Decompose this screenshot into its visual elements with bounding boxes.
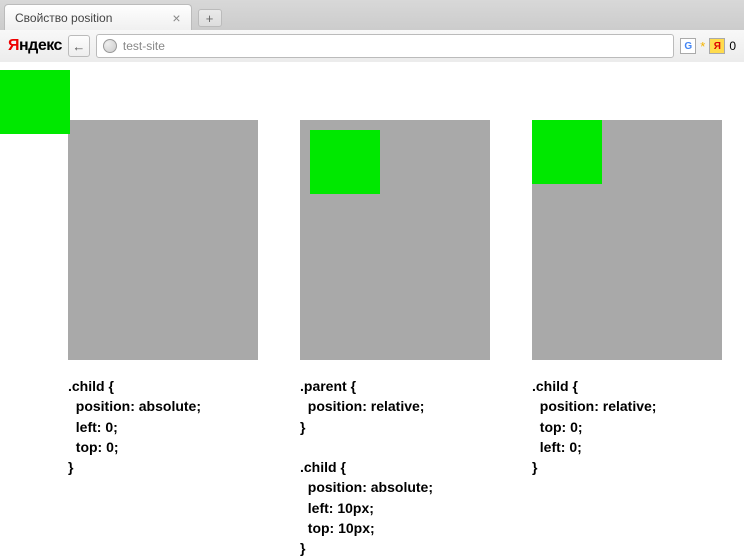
child-box-3 [532,120,602,184]
tab-title: Свойство position [15,11,112,25]
demo-container: .child { position: absolute; left: 0; to… [0,62,744,558]
child-box-1 [0,70,70,134]
yandex-icon[interactable]: Я [709,38,725,54]
google-icon[interactable]: G [680,38,696,54]
close-icon[interactable]: × [172,10,180,26]
parent-box-1 [68,120,258,360]
globe-icon [103,39,117,53]
yandex-logo: Яндекс [8,37,62,55]
toolbar-right: G * Я 0 [680,38,736,54]
url-text: test-site [123,39,165,53]
plus-icon: + [206,11,214,26]
page-content: .child { position: absolute; left: 0; to… [0,62,744,558]
child-box-2 [310,130,380,194]
url-input[interactable]: test-site [96,34,674,58]
browser-tab[interactable]: Свойство position × [4,4,192,30]
back-arrow-icon: ← [72,39,85,54]
tab-bar: Свойство position × + [0,0,744,30]
code-block-2: .parent { position: relative; } .child {… [300,376,433,559]
browser-chrome: Свойство position × + Яндекс ← test-site… [0,0,744,63]
new-tab-button[interactable]: + [198,9,222,27]
code-block-3: .child { position: relative; top: 0; lef… [532,376,656,477]
back-button[interactable]: ← [68,35,90,57]
notification-count: 0 [729,39,736,53]
address-bar: Яндекс ← test-site G * Я 0 [0,30,744,62]
code-block-1: .child { position: absolute; left: 0; to… [68,376,201,477]
bookmark-star-icon[interactable]: * [700,39,705,54]
